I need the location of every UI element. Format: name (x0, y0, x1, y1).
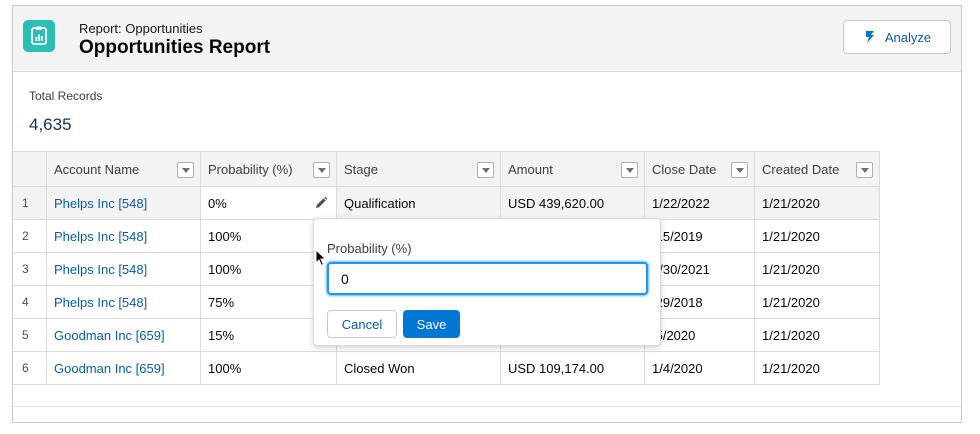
close-date-cell: 1/30/2021 (645, 253, 755, 285)
mouse-cursor-icon (315, 249, 327, 267)
row-number: 2 (13, 220, 47, 252)
pencil-icon[interactable] (314, 196, 328, 210)
cancel-button[interactable]: Cancel (327, 310, 397, 338)
report-type-label: Report: Opportunities (79, 21, 203, 36)
close-date-cell: /5/2020 (645, 319, 755, 351)
row-number: 3 (13, 253, 47, 285)
probability-input[interactable] (327, 262, 648, 295)
account-link[interactable]: Phelps Inc [548] (47, 253, 201, 285)
table-header-row: Account Name Probability (%) Stage Amoun… (13, 151, 880, 187)
report-header: Report: Opportunities Opportunities Repo… (13, 6, 961, 72)
total-records-label: Total Records (29, 89, 103, 103)
row-number: 1 (13, 187, 47, 219)
report-frame: Report: Opportunities Opportunities Repo… (12, 5, 962, 423)
chevron-down-icon[interactable] (313, 162, 330, 178)
analyze-icon (865, 31, 874, 43)
account-link[interactable]: Phelps Inc [548] (47, 220, 201, 252)
account-link[interactable]: Goodman Inc [659] (47, 319, 201, 351)
account-link[interactable]: Phelps Inc [548] (47, 187, 201, 219)
chevron-down-icon[interactable] (856, 162, 873, 178)
created-date-cell: 1/21/2020 (755, 253, 880, 285)
stage-cell: Closed Won (337, 352, 501, 384)
analyze-button[interactable]: Analyze (843, 20, 951, 54)
row-number: 6 (13, 352, 47, 384)
row-number: 5 (13, 319, 47, 351)
column-header-amount[interactable]: Amount (501, 152, 645, 186)
column-header-probability[interactable]: Probability (%) (201, 152, 337, 186)
account-link[interactable]: Goodman Inc [659] (47, 352, 201, 384)
close-date-cell: /15/2019 (645, 220, 755, 252)
total-records-value: 4,635 (29, 115, 72, 134)
created-date-cell: 1/21/2020 (755, 220, 880, 252)
column-header-stage[interactable]: Stage (337, 152, 501, 186)
page-title: Opportunities Report (79, 37, 271, 58)
chevron-down-icon[interactable] (621, 162, 638, 178)
chevron-down-icon[interactable] (477, 162, 494, 178)
chevron-down-icon[interactable] (177, 162, 194, 178)
column-header-account-name[interactable]: Account Name (47, 152, 201, 186)
table-row[interactable]: 1 Phelps Inc [548] 0% Qualification USD … (13, 187, 880, 220)
created-date-cell: 1/21/2020 (755, 286, 880, 318)
close-date-cell: 1/22/2022 (645, 187, 755, 219)
report-chart-icon (23, 20, 55, 52)
analyze-button-label: Analyze (884, 29, 932, 45)
divider (13, 406, 961, 407)
probability-cell[interactable]: 100% (201, 352, 337, 384)
chevron-down-icon[interactable] (731, 162, 748, 178)
inline-edit-popover: Probability (%) Cancel Save (313, 218, 661, 346)
stage-cell: Qualification (337, 187, 501, 219)
row-number-header (13, 152, 47, 186)
column-header-close-date[interactable]: Close Date (645, 152, 755, 186)
created-date-cell: 1/21/2020 (755, 352, 880, 384)
created-date-cell: 1/21/2020 (755, 187, 880, 219)
amount-cell: USD 109,174.00 (501, 352, 645, 384)
column-header-created-date[interactable]: Created Date (755, 152, 880, 186)
table-row[interactable]: 6 Goodman Inc [659] 100% Closed Won USD … (13, 352, 880, 385)
save-button[interactable]: Save (403, 310, 460, 338)
probability-field-label: Probability (%) (327, 241, 412, 256)
close-date-cell: /29/2018 (645, 286, 755, 318)
close-date-cell: 1/4/2020 (645, 352, 755, 384)
row-number: 4 (13, 286, 47, 318)
account-link[interactable]: Phelps Inc [548] (47, 286, 201, 318)
probability-cell-editing[interactable]: 0% (201, 187, 337, 219)
created-date-cell: 1/21/2020 (755, 319, 880, 351)
amount-cell: USD 439,620.00 (501, 187, 645, 219)
